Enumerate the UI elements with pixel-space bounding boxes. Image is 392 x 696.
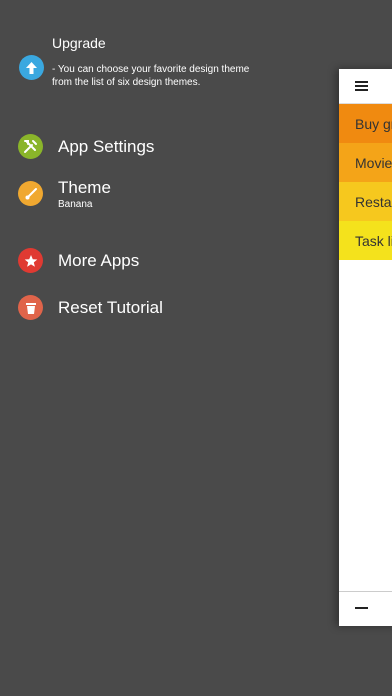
hamburger-icon[interactable]: [355, 81, 368, 91]
theme-label: Theme: [58, 178, 111, 197]
list-item-label: Restaurants: [355, 193, 392, 210]
trash-icon: [18, 295, 43, 320]
list-item-label: Movies: [355, 154, 392, 171]
reset-tutorial-label: Reset Tutorial: [58, 297, 163, 317]
list-item-label: Buy groceries: [355, 115, 392, 132]
upgrade-title[interactable]: Upgrade: [52, 35, 106, 51]
list-item-label: Task list: [355, 232, 392, 249]
brush-icon: [18, 181, 43, 206]
upgrade-description: - You can choose your favorite design th…: [52, 64, 250, 88]
menu-item-theme[interactable]: Theme Banana: [18, 178, 111, 210]
menu-item-more-apps[interactable]: More Apps: [18, 248, 139, 273]
menu-item-reset-tutorial[interactable]: Reset Tutorial: [18, 295, 163, 320]
list-item[interactable]: Buy groceries: [339, 104, 392, 143]
panel-footer: [339, 591, 392, 626]
app-settings-label: App Settings: [58, 136, 155, 156]
star-icon: [18, 248, 43, 273]
side-menu: Upgrade - You can choose your favorite d…: [0, 0, 340, 696]
main-panel[interactable]: Buy groceries Movies Restaurants Task li…: [339, 69, 392, 626]
tools-icon: [18, 134, 43, 159]
panel-header: [339, 69, 392, 104]
list-item[interactable]: Task list: [339, 221, 392, 260]
list-item[interactable]: Movies: [339, 143, 392, 182]
menu-item-app-settings[interactable]: App Settings: [18, 134, 154, 159]
minus-icon[interactable]: [355, 607, 368, 609]
theme-value: Banana: [58, 199, 93, 210]
list-item[interactable]: Restaurants: [339, 182, 392, 221]
more-apps-label: More Apps: [58, 250, 140, 270]
arrow-up-icon[interactable]: [19, 55, 44, 80]
